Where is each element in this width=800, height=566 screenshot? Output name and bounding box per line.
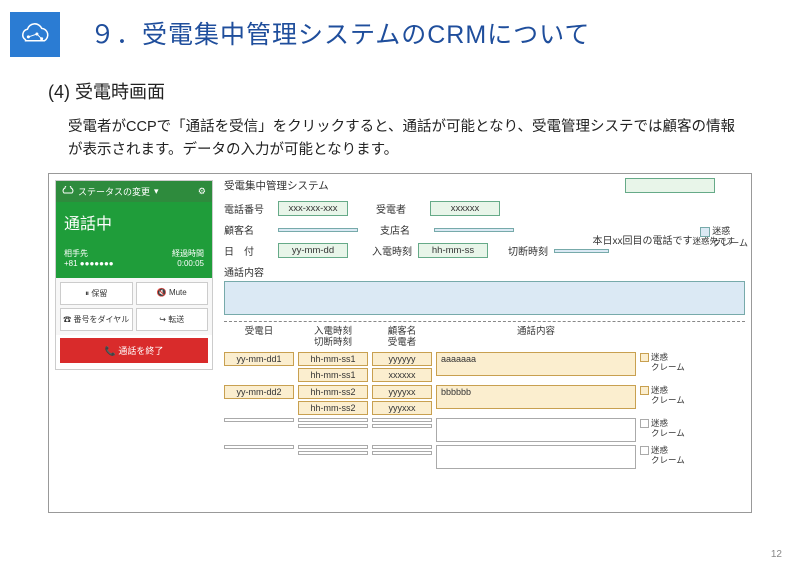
hold-button[interactable]: ⏸ 保留	[60, 282, 133, 305]
col-times: 入電時刻 切断時刻	[298, 326, 368, 349]
dial-button[interactable]: ☎ 番号をダイヤル	[60, 308, 133, 331]
ccp-elapsed-time: 0:00:05	[172, 259, 204, 268]
chevron-down-icon[interactable]: ▾	[154, 186, 159, 197]
hist-date[interactable]	[224, 418, 294, 422]
intime-field[interactable]: hh-mm-ss	[418, 243, 488, 258]
hist-content[interactable]: aaaaaaa	[436, 352, 636, 376]
meiwaku-checkbox[interactable]	[700, 227, 710, 237]
history-row: yy-mm-dd2 hh-mm-ss2 hh-mm-ss2 yyyyxx yyyxxxb…	[224, 385, 745, 415]
history-rows: yy-mm-dd1 hh-mm-ss1 hh-mm-ss1 yyyyyy xxxxxxa…	[224, 352, 745, 469]
hist-cuttime[interactable]: hh-mm-ss2	[298, 401, 368, 415]
top-empty-field[interactable]	[625, 178, 715, 193]
hist-customer[interactable]	[372, 418, 432, 422]
hist-meiwaku-checkbox[interactable]	[640, 386, 649, 395]
col-who: 顧客名 受電者	[372, 326, 432, 349]
cuttime-label: 切断時刻	[508, 243, 548, 258]
hist-meiwaku-checkbox[interactable]	[640, 419, 649, 428]
ccp-header: ステータスの変更 ▾ ⚙	[56, 181, 212, 202]
screenshot-panel: ステータスの変更 ▾ ⚙ 通話中 相手先 +81 ●●●●●●● 経過時間 0:…	[48, 173, 752, 513]
hist-customer[interactable]: yyyyxx	[372, 385, 432, 399]
hist-content[interactable]: bbbbbb	[436, 385, 636, 409]
hist-intime[interactable]	[298, 418, 368, 422]
transfer-button[interactable]: ↪ 転送	[136, 308, 209, 331]
history-header: 受電日 入電時刻 切断時刻 顧客名 受電者 通話内容	[224, 326, 745, 349]
customer-field[interactable]	[278, 228, 358, 232]
branch-label: 支店名	[380, 222, 428, 237]
col-content: 通話内容	[436, 326, 636, 349]
handset-icon: 📞	[105, 346, 119, 356]
mute-button[interactable]: 🔇 Mute	[136, 282, 209, 305]
brand-logo	[10, 12, 60, 57]
phone-label: 電話番号	[224, 201, 272, 216]
history-row: 迷惑クレーム	[224, 445, 745, 469]
hist-intime[interactable]: hh-mm-ss1	[298, 352, 368, 366]
hist-customer[interactable]	[372, 445, 432, 449]
ccp-panel: ステータスの変更 ▾ ⚙ 通話中 相手先 +81 ●●●●●●● 経過時間 0:…	[55, 180, 213, 370]
page-number: 12	[771, 549, 782, 560]
hist-flags: 迷惑クレーム	[640, 352, 700, 372]
hist-receiver[interactable]	[372, 424, 432, 428]
customer-label: 顧客名	[224, 222, 272, 237]
date-label: 日 付	[224, 243, 272, 258]
history-row: 迷惑クレーム	[224, 418, 745, 442]
history-row: yy-mm-dd1 hh-mm-ss1 hh-mm-ss1 yyyyyy xxxxxxa…	[224, 352, 745, 382]
receiver-field[interactable]: xxxxxx	[430, 201, 500, 216]
hist-content[interactable]	[436, 418, 636, 442]
receiver-label: 受電者	[376, 201, 424, 216]
branch-field[interactable]	[434, 228, 514, 232]
ccp-caller-number: +81 ●●●●●●●	[64, 259, 114, 268]
hist-date[interactable]	[224, 445, 294, 449]
phone-field[interactable]: xxx-xxx-xxx	[278, 201, 348, 216]
hist-cuttime[interactable]	[298, 424, 368, 428]
section-description: 受電者がCCPで「通話を受信」をクリックすると、通話が可能となり、受電管理システ…	[68, 116, 748, 162]
gear-icon[interactable]: ⚙	[198, 186, 206, 197]
hist-receiver[interactable]: xxxxxx	[372, 368, 432, 382]
hist-intime[interactable]: hh-mm-ss2	[298, 385, 368, 399]
hist-date[interactable]: yy-mm-dd2	[224, 385, 294, 399]
hist-receiver[interactable]: yyyxxx	[372, 401, 432, 415]
page-title: ９．受電集中管理システムのCRMについて	[90, 15, 590, 51]
hist-flags: 迷惑クレーム	[640, 385, 700, 405]
hist-date[interactable]: yy-mm-dd1	[224, 352, 294, 366]
divider	[224, 321, 745, 322]
hist-cuttime[interactable]: hh-mm-ss1	[298, 368, 368, 382]
hist-flags: 迷惑クレーム	[640, 418, 700, 438]
cloud-network-icon	[16, 20, 54, 50]
col-date: 受電日	[224, 326, 294, 349]
hist-customer[interactable]: yyyyyy	[372, 352, 432, 366]
section-subtitle: (4) 受電時画面	[48, 78, 165, 104]
hist-intime[interactable]	[298, 445, 368, 449]
ccp-call-status: 通話中	[64, 210, 204, 234]
flag-checkboxes: 迷惑 クレーム	[700, 226, 748, 249]
ccp-status-area: 通話中 相手先 +81 ●●●●●●● 経過時間 0:00:05	[56, 202, 212, 278]
ccp-status-change-label[interactable]: ステータスの変更	[78, 185, 150, 198]
cuttime-field[interactable]	[554, 249, 609, 253]
hist-meiwaku-checkbox[interactable]	[640, 446, 649, 455]
call-content-field[interactable]	[224, 281, 745, 315]
content-label: 通話内容	[224, 264, 745, 279]
ccp-logo-icon	[62, 186, 74, 198]
hist-flags: 迷惑クレーム	[640, 445, 700, 465]
hist-cuttime[interactable]	[298, 451, 368, 455]
hist-receiver[interactable]	[372, 451, 432, 455]
hist-content[interactable]	[436, 445, 636, 469]
ccp-caller-label: 相手先	[64, 248, 114, 259]
intime-label: 入電時刻	[372, 243, 412, 258]
crm-form: 受電集中管理システム 電話番号 xxx-xxx-xxx 受電者 xxxxxx 顧…	[224, 178, 745, 469]
end-call-button[interactable]: 📞 通話を終了	[60, 338, 208, 363]
date-field[interactable]: yy-mm-dd	[278, 243, 348, 258]
hist-meiwaku-checkbox[interactable]	[640, 353, 649, 362]
ccp-elapsed-label: 経過時間	[172, 248, 204, 259]
